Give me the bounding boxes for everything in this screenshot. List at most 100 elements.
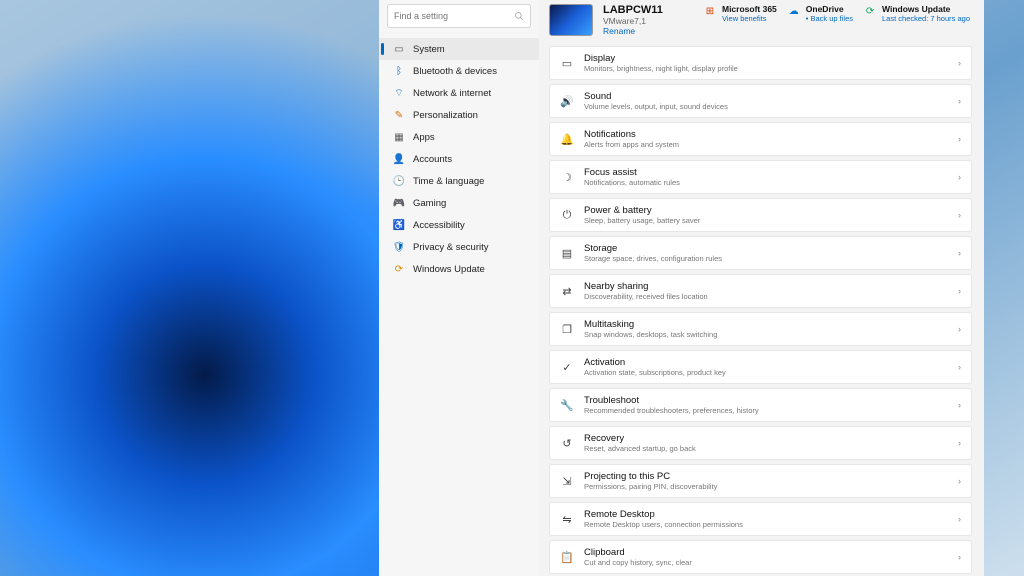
card-title: Clipboard	[584, 547, 948, 558]
rename-link[interactable]: Rename	[603, 26, 693, 36]
chevron-right-icon: ›	[958, 476, 961, 486]
share-icon: ⇄	[560, 285, 574, 298]
nav-time-language[interactable]: 🕒 Time & language	[379, 170, 539, 192]
search-input[interactable]	[394, 11, 514, 21]
nav-bluetooth-devices[interactable]: ᛒBluetooth & devices	[379, 60, 539, 82]
system-header: LABPCW11 VMware7,1 Rename ⊞Microsoft 365…	[539, 0, 984, 46]
power-icon: ⏻	[560, 209, 574, 222]
device-name: LABPCW11	[603, 4, 693, 16]
apps-icon: ▦	[393, 131, 405, 143]
chevron-right-icon: ›	[958, 362, 961, 372]
chevron-right-icon: ›	[958, 96, 961, 106]
nav-system[interactable]: ▭ System	[379, 38, 539, 60]
recovery-icon: ↺	[560, 437, 574, 450]
drive-icon: ▤	[560, 247, 574, 260]
cloud-icon: ☁	[787, 4, 801, 18]
chevron-right-icon: ›	[958, 58, 961, 68]
wrench-icon: 🔧	[560, 399, 574, 412]
header-card-sub: Last checked: 7 hours ago	[882, 14, 970, 23]
search-field[interactable]	[387, 4, 531, 28]
settings-sidebar: ▭ System ᛒBluetooth & devices⌔Network & in…	[379, 0, 539, 576]
nav-accessibility[interactable]: ♿ Accessibility	[379, 214, 539, 236]
chevron-right-icon: ›	[958, 324, 961, 334]
nav-gaming[interactable]: 🎮 Gaming	[379, 192, 539, 214]
nav-personalization[interactable]: ✎Personalization	[379, 104, 539, 126]
system-icon: ▭	[393, 43, 405, 55]
header-card-microsoft-[interactable]: ⊞Microsoft 365View benefits	[703, 4, 777, 23]
setting-nearby-sharing[interactable]: ⇄ Nearby sharingDiscoverability, received…	[549, 274, 972, 308]
setting-display[interactable]: ▭DisplayMonitors, brightness, night ligh…	[549, 46, 972, 80]
setting-notifications[interactable]: 🔔NotificationsAlerts from apps and syste…	[549, 122, 972, 156]
chevron-right-icon: ›	[958, 286, 961, 296]
card-title: Remote Desktop	[584, 509, 948, 520]
card-subtitle: Permissions, pairing PIN, discoverabilit…	[584, 482, 948, 491]
card-subtitle: Notifications, automatic rules	[584, 178, 948, 187]
search-icon	[514, 11, 524, 21]
card-title: Projecting to this PC	[584, 471, 948, 482]
chevron-right-icon: ›	[958, 248, 961, 258]
nav-label: Gaming	[413, 198, 446, 209]
header-card-sub: • Back up files	[806, 14, 853, 23]
card-subtitle: Remote Desktop users, connection permiss…	[584, 520, 948, 529]
setting-remote-desktop[interactable]: ⇋Remote DesktopRemote Desktop users, con…	[549, 502, 972, 536]
nav-label: Accounts	[413, 154, 452, 165]
setting-troubleshoot[interactable]: 🔧TroubleshootRecommended troubleshooters…	[549, 388, 972, 422]
moon-icon: ☽	[560, 171, 574, 184]
header-card-title: OneDrive	[806, 4, 853, 14]
chevron-right-icon: ›	[958, 552, 961, 562]
card-title: Power & battery	[584, 205, 948, 216]
card-subtitle: Activation state, subscriptions, product…	[584, 368, 948, 377]
card-subtitle: Snap windows, desktops, task switching	[584, 330, 948, 339]
setting-storage[interactable]: ▤ StorageStorage space, drives, configura…	[549, 236, 972, 270]
card-subtitle: Storage space, drives, configuration rul…	[584, 254, 948, 263]
nav-label: Accessibility	[413, 220, 465, 231]
setting-activation[interactable]: ✓ActivationActivation state, subscriptio…	[549, 350, 972, 384]
setting-projecting-to-this-pc[interactable]: ⇲ Projecting to this PCPermissions, pairi…	[549, 464, 972, 498]
card-title: Focus assist	[584, 167, 948, 178]
chevron-right-icon: ›	[958, 514, 961, 524]
nav-label: Privacy & security	[413, 242, 489, 253]
chevron-right-icon: ›	[958, 134, 961, 144]
setting-power-battery[interactable]: ⏻Power & batterySleep, battery usage, ba…	[549, 198, 972, 232]
card-title: Display	[584, 53, 948, 64]
nav-label: Time & language	[413, 176, 484, 187]
setting-clipboard[interactable]: 📋 ClipboardCut and copy history, sync, cl…	[549, 540, 972, 574]
card-title: Nearby sharing	[584, 281, 948, 292]
card-subtitle: Discoverability, received files location	[584, 292, 948, 301]
card-subtitle: Cut and copy history, sync, clear	[584, 558, 948, 567]
nav-windows-update[interactable]: ⟳Windows Update	[379, 258, 539, 280]
shield-icon: 🛡	[393, 241, 405, 253]
m365-icon: ⊞	[703, 4, 717, 18]
header-card-title: Windows Update	[882, 4, 970, 14]
game-icon: 🎮	[393, 197, 405, 209]
access-icon: ♿	[393, 219, 405, 231]
update-badge-icon: ⟳	[863, 4, 877, 18]
header-card-windows-update[interactable]: ⟳ Windows UpdateLast checked: 7 hours ago	[863, 4, 970, 23]
setting-multitasking[interactable]: ❐MultitaskingSnap windows, desktops, tas…	[549, 312, 972, 346]
setting-sound[interactable]: 🔊SoundVolume levels, output, input, soun…	[549, 84, 972, 118]
card-title: Storage	[584, 243, 948, 254]
header-card-onedrive[interactable]: ☁ OneDrive• Back up files	[787, 4, 853, 23]
nav-accounts[interactable]: 👤Accounts	[379, 148, 539, 170]
header-card-sub: View benefits	[722, 14, 777, 23]
nav-privacy-security[interactable]: 🛡 Privacy & security	[379, 236, 539, 258]
check-icon: ✓	[560, 361, 574, 374]
nav-label: Apps	[413, 132, 435, 143]
nav-label: Bluetooth & devices	[413, 66, 497, 77]
update-icon: ⟳	[393, 263, 405, 275]
nav-apps[interactable]: ▦ Apps	[379, 126, 539, 148]
chevron-right-icon: ›	[958, 438, 961, 448]
nav-label: Network & internet	[413, 88, 491, 99]
multitask-icon: ❐	[560, 323, 574, 336]
chevron-right-icon: ›	[958, 172, 961, 182]
setting-recovery[interactable]: ↺RecoveryReset, advanced startup, go bac…	[549, 426, 972, 460]
clipboard-icon: 📋	[560, 551, 574, 564]
bell-icon: 🔔	[560, 133, 574, 146]
card-subtitle: Reset, advanced startup, go back	[584, 444, 948, 453]
project-icon: ⇲	[560, 475, 574, 488]
nav-label: System	[413, 44, 445, 55]
card-title: Troubleshoot	[584, 395, 948, 406]
setting-focus-assist[interactable]: ☽ Focus assistNotifications, automatic ru…	[549, 160, 972, 194]
clock-icon: 🕒	[393, 175, 405, 187]
nav-network-internet[interactable]: ⌔Network & internet	[379, 82, 539, 104]
